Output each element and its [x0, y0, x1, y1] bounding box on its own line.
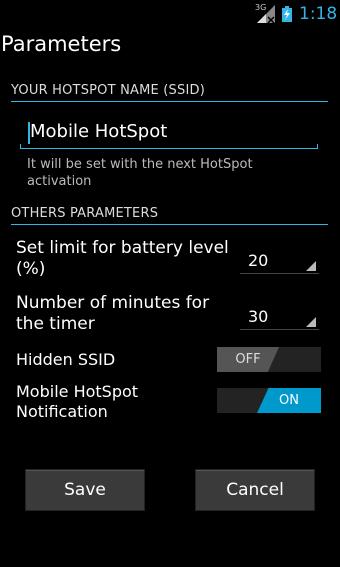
ssid-input-value: Mobile HotSpot: [30, 121, 168, 142]
timer-minutes-label: Number of minutes for the timer: [16, 293, 210, 334]
section-header-others: OTHERS PARAMETERS: [11, 206, 328, 225]
toggle-state-on: ON: [257, 388, 321, 413]
status-bar: 3G 1:18: [0, 0, 340, 28]
signal-icon: [257, 5, 275, 24]
battery-limit-spinner[interactable]: 20: [240, 246, 319, 274]
battery-limit-value: 20: [248, 251, 269, 270]
ssid-input[interactable]: Mobile HotSpot: [20, 121, 318, 149]
battery-limit-label: Set limit for battery level (%): [16, 238, 229, 279]
hidden-ssid-toggle[interactable]: OFF: [217, 347, 321, 372]
timer-minutes-spinner[interactable]: 30: [240, 302, 319, 330]
dropdown-arrow-icon: [306, 261, 316, 271]
page-title: Parameters: [1, 32, 122, 56]
dropdown-arrow-icon: [306, 317, 316, 327]
toggle-state-off: OFF: [217, 347, 279, 372]
status-clock: 1:18: [299, 4, 338, 24]
timer-minutes-value: 30: [248, 307, 269, 326]
cancel-button[interactable]: Cancel: [195, 469, 315, 511]
notification-label: Mobile HotSpot Notification: [16, 382, 139, 421]
notification-toggle[interactable]: ON: [217, 388, 321, 413]
hidden-ssid-label: Hidden SSID: [16, 350, 116, 369]
battery-charging-icon: [282, 6, 292, 22]
section-header-ssid: YOUR HOTSPOT NAME (SSID): [11, 83, 328, 102]
save-button[interactable]: Save: [25, 469, 145, 511]
input-underline: [20, 148, 318, 149]
ssid-hint: It will be set with the next HotSpot act…: [27, 157, 253, 189]
